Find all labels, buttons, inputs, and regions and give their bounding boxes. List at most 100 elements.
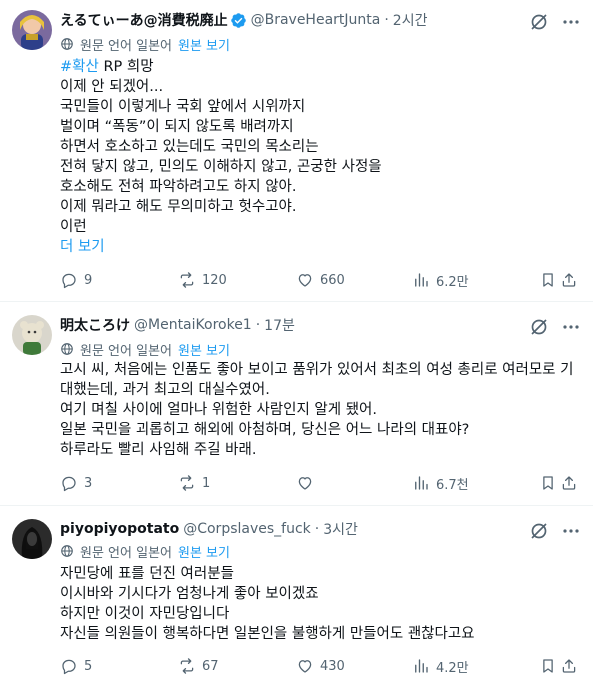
display-name[interactable]: 明太ころけ [60, 315, 130, 335]
separator-dot: · [384, 12, 389, 28]
hashtag-link[interactable]: #확산 [60, 59, 99, 75]
tweet-line: 하지만 이것이 자민당입니다 [60, 606, 230, 622]
reply-button[interactable]: 3 [60, 473, 92, 493]
share-button[interactable] [560, 473, 578, 493]
avatar[interactable] [12, 315, 52, 355]
tweet[interactable]: 明太ころけ @MentaiKoroke1 · 17분 원문 언어 일본어 원본 … [0, 303, 593, 506]
reply-icon [62, 476, 76, 492]
more-options-icon[interactable] [561, 317, 581, 337]
timestamp[interactable]: 3시간 [323, 519, 358, 539]
translation-notice: 원문 언어 일본어 원본 보기 [60, 340, 230, 359]
repost-icon [180, 658, 194, 674]
display-name[interactable]: piyopiyopotato [60, 521, 179, 537]
tweet-line: 일본 국민을 괴롭히고 해외에 아첨하며, 당신은 어느 나라의 대표야? [60, 422, 470, 438]
repost-button[interactable]: 67 [178, 656, 219, 676]
more-options-icon[interactable] [561, 12, 581, 32]
tweet-line: 벌이며 “폭동”이 되지 않도록 배려까지 [60, 119, 294, 135]
tweet-actions: 5 67 430 4.2만 [60, 656, 581, 676]
like-button[interactable] [296, 473, 320, 493]
share-icon [562, 659, 576, 673]
views-button[interactable]: 4.2만 [412, 656, 469, 676]
translation-label: 원문 언어 일본어 [80, 38, 172, 54]
tweet-line: 이제 안 되겠어... [60, 79, 164, 95]
views-chart-icon [415, 476, 428, 490]
share-icon [562, 273, 576, 287]
bookmark-button[interactable] [539, 473, 557, 493]
like-count: 660 [320, 272, 345, 288]
tweet[interactable]: piyopiyopotato @Corpslaves_fuck · 3시간 원문… [0, 507, 593, 676]
tweet-line: 하면서 호소하고 있는데도 국민의 목소리는 [60, 139, 319, 155]
reply-button[interactable]: 5 [60, 656, 92, 676]
repost-icon [180, 272, 194, 288]
tweet-line: 하루라도 빨리 사임해 주길 바래. [60, 442, 257, 458]
tweet-actions: 3 1 6.7천 [60, 473, 581, 493]
translation-notice: 원문 언어 일본어 원본 보기 [60, 35, 230, 54]
like-count: 430 [320, 658, 345, 674]
timeline-feed: えるてぃーあ@消費税廃止 @BraveHeartJunta · 2시간 원문 언… [0, 0, 593, 676]
like-button[interactable]: 660 [296, 270, 345, 290]
tweet-header: piyopiyopotato @Corpslaves_fuck · 3시간 [60, 519, 358, 539]
heart-icon [298, 660, 312, 673]
reply-button[interactable]: 9 [60, 270, 92, 290]
share-button[interactable] [560, 270, 578, 290]
grok-icon[interactable] [529, 12, 549, 32]
bookmark-icon [543, 476, 553, 490]
timestamp[interactable]: 2시간 [393, 10, 428, 30]
tweet-text: 자민당에 표를 던진 여러분들 이시바와 기시다가 엄청나게 좋아 보이겠죠 하… [60, 564, 581, 644]
handle[interactable]: @MentaiKoroke1 [134, 317, 252, 333]
tweet-text: #확산 RP 희망 이제 안 되겠어... 국민들이 이렇게나 국회 앞에서 시… [60, 57, 581, 257]
view-original-link[interactable]: 원본 보기 [178, 340, 230, 359]
repost-button[interactable]: 120 [178, 270, 227, 290]
tweet-header: えるてぃーあ@消費税廃止 @BraveHeartJunta · 2시간 [60, 10, 427, 30]
tweet-line: 국민들이 이렇게나 국회 앞에서 시위까지 [60, 99, 306, 115]
reply-count: 9 [84, 272, 93, 288]
tweet[interactable]: えるてぃーあ@消費税廃止 @BraveHeartJunta · 2시간 원문 언… [0, 0, 593, 302]
timestamp[interactable]: 17분 [264, 315, 295, 335]
repost-count: 67 [202, 658, 219, 674]
tweet-line: 자민당에 표를 던진 여러분들 [60, 566, 234, 582]
handle[interactable]: @BraveHeartJunta [251, 12, 381, 28]
show-more-link[interactable]: 더 보기 [60, 237, 581, 257]
reply-count: 3 [84, 475, 93, 491]
tweet-line: 대했는데, 과거 최고의 대실수였어. [60, 382, 270, 398]
avatar[interactable] [12, 10, 52, 50]
views-button[interactable]: 6.7천 [412, 473, 469, 493]
view-count: 6.2만 [436, 274, 469, 290]
reply-icon [62, 273, 76, 289]
translation-label: 원문 언어 일본어 [80, 343, 172, 359]
grok-icon[interactable] [529, 317, 549, 337]
translation-label: 원문 언어 일본어 [80, 545, 172, 561]
view-original-link[interactable]: 원본 보기 [178, 35, 230, 54]
view-count: 6.7천 [436, 477, 469, 493]
tweet-line: RP 희망 [98, 59, 154, 75]
globe-icon [61, 343, 73, 355]
bookmark-button[interactable] [539, 656, 557, 676]
repost-count: 1 [202, 475, 211, 491]
tweet-line: 고시 씨, 처음에는 인품도 좋아 보이고 품위가 있어서 최초의 여성 총리로… [60, 362, 574, 378]
handle[interactable]: @Corpslaves_fuck [183, 521, 311, 537]
repost-count: 120 [202, 272, 227, 288]
translation-notice: 원문 언어 일본어 원본 보기 [60, 542, 230, 561]
like-button[interactable]: 430 [296, 656, 345, 676]
more-options-icon[interactable] [561, 521, 581, 541]
bookmark-icon [543, 273, 553, 287]
bookmark-button[interactable] [539, 270, 557, 290]
tweet-line: 전혀 닿지 않고, 민의도 이해하지 않고, 곤궁한 사정을 [60, 159, 382, 175]
globe-icon [61, 545, 73, 557]
tweet-header: 明太ころけ @MentaiKoroke1 · 17분 [60, 315, 295, 335]
reply-icon [62, 659, 76, 675]
share-button[interactable] [560, 656, 578, 676]
bookmark-icon [543, 659, 553, 673]
grok-icon[interactable] [529, 521, 549, 541]
reply-count: 5 [84, 658, 93, 674]
tweet-line: 이시바와 기시다가 엄청나게 좋아 보이겠죠 [60, 586, 319, 602]
view-count: 4.2만 [436, 660, 469, 676]
views-button[interactable]: 6.2만 [412, 270, 469, 290]
avatar[interactable] [12, 519, 52, 559]
tweet-line: 자신들 의원들이 행복하다면 일본인을 불행하게 만들어도 괜찮다고요 [60, 626, 475, 642]
display-name[interactable]: えるてぃーあ@消費税廃止 [60, 10, 228, 30]
view-original-link[interactable]: 원본 보기 [178, 542, 230, 561]
tweet-line: 이런 [60, 219, 87, 235]
tweet-actions: 9 120 660 6.2만 [60, 270, 581, 290]
repost-button[interactable]: 1 [178, 473, 210, 493]
